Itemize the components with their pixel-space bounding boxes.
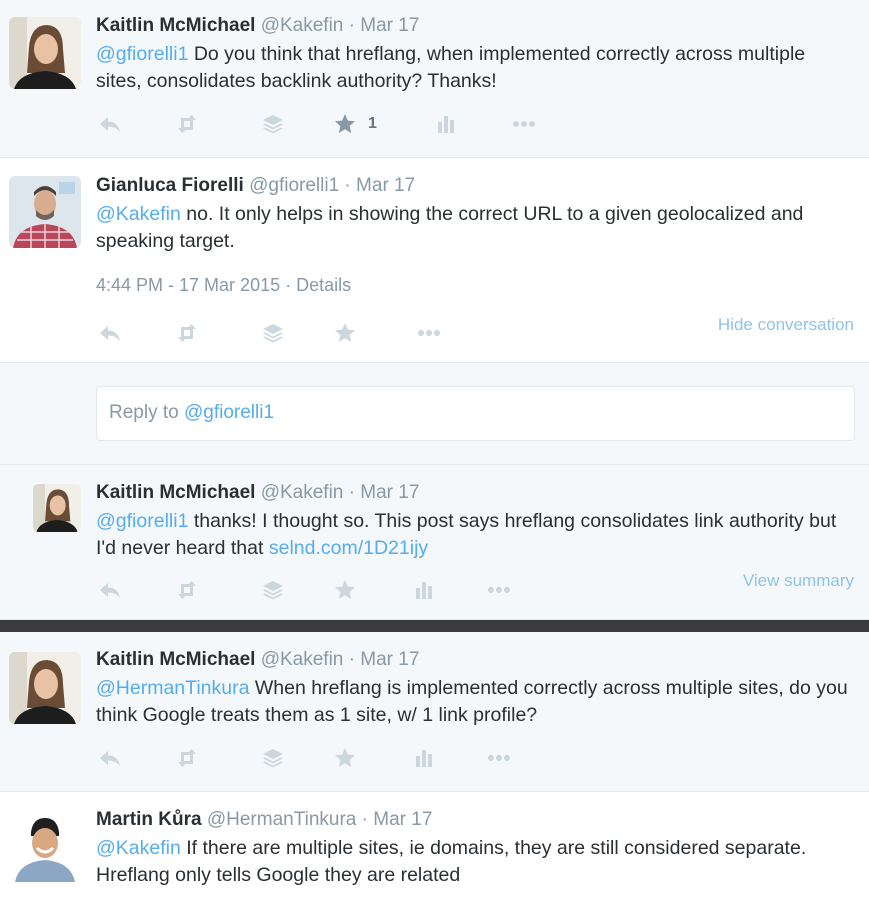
tweet-content: Gianluca Fiorelli @gfiorelli1 · Mar 17 @… — [96, 174, 855, 255]
separator-dot: · — [343, 482, 361, 503]
tweet-header: Kaitlin McMichael @Kakefin · Mar 17 — [96, 648, 855, 672]
layers-icon[interactable] — [261, 321, 285, 345]
retweet-icon[interactable] — [175, 746, 199, 770]
separator-dot: · — [343, 15, 361, 36]
fullname[interactable]: Kaitlin McMichael — [96, 15, 255, 36]
username[interactable]: @Kakefin — [261, 649, 344, 670]
username[interactable]: @Kakefin — [261, 482, 344, 503]
tweet-body: If there are multiple sites, ie domains,… — [96, 837, 807, 886]
more-dots-icon[interactable] — [509, 112, 539, 136]
avatar[interactable] — [9, 176, 81, 248]
tweet-content: Kaitlin McMichael @Kakefin · Mar 17 @gfi… — [96, 14, 855, 95]
avatar[interactable] — [9, 652, 81, 724]
tweet-meta: 4:44 PM - 17 Mar 2015 · Details — [96, 275, 351, 296]
tweet-text: @gfiorelli1 Do you think that hreflang, … — [96, 41, 855, 95]
more-dots-icon[interactable] — [484, 746, 514, 770]
layers-icon[interactable] — [261, 746, 285, 770]
retweet-icon[interactable] — [175, 112, 199, 136]
tweet-body: thanks! I thought so. This post says hre… — [96, 510, 837, 559]
tweet-text: @HermanTinkura When hreflang is implemen… — [96, 675, 855, 729]
reply-icon[interactable] — [98, 746, 122, 770]
tweet[interactable]: Gianluca Fiorelli @gfiorelli1 · Mar 17 @… — [0, 158, 869, 363]
layers-icon[interactable] — [261, 112, 285, 136]
tweet-body: Do you think that hreflang, when impleme… — [96, 43, 806, 92]
retweet-icon[interactable] — [175, 578, 199, 602]
star-icon[interactable] — [333, 112, 357, 136]
tweet-time[interactable]: Mar 17 — [360, 649, 419, 670]
tweet-header: Gianluca Fiorelli @gfiorelli1 · Mar 17 — [96, 174, 855, 198]
bar-chart-icon[interactable] — [434, 112, 458, 136]
reply-area: Reply to @gfiorelli1 — [0, 363, 869, 465]
layers-icon[interactable] — [261, 578, 285, 602]
separator-dot: · — [339, 175, 357, 196]
fullname[interactable]: Kaitlin McMichael — [96, 649, 255, 670]
tweet-header: Kaitlin McMichael @Kakefin · Mar 17 — [96, 14, 855, 38]
tweet-text: @Kakefin If there are multiple sites, ie… — [96, 835, 855, 889]
tweet-body: no. It only helps in showing the correct… — [96, 203, 804, 252]
star-icon[interactable] — [333, 321, 357, 345]
username[interactable]: @gfiorelli1 — [249, 175, 339, 196]
username[interactable]: @HermanTinkura — [207, 809, 357, 830]
tweet-header: Kaitlin McMichael @Kakefin · Mar 17 — [96, 481, 855, 505]
avatar[interactable] — [9, 810, 81, 882]
mention-link[interactable]: @HermanTinkura — [96, 677, 249, 699]
tweet-header: Martin Kůra @HermanTinkura · Mar 17 — [96, 808, 855, 832]
mention-link[interactable]: @Kakefin — [96, 837, 181, 859]
details-link[interactable]: Details — [296, 275, 351, 295]
tweet-content: Martin Kůra @HermanTinkura · Mar 17 @Kak… — [96, 808, 855, 889]
reply-input[interactable]: Reply to @gfiorelli1 — [96, 386, 855, 441]
tweet-time[interactable]: Mar 17 — [356, 175, 415, 196]
tweet-timestamp[interactable]: 4:44 PM - 17 Mar 2015 — [96, 275, 280, 295]
mention-link[interactable]: @Kakefin — [96, 203, 181, 225]
reply-icon[interactable] — [98, 578, 122, 602]
separator-dot: · — [280, 275, 297, 295]
tweet-time[interactable]: Mar 17 — [360, 482, 419, 503]
tweet-text: @Kakefin no. It only helps in showing th… — [96, 201, 855, 255]
reply-mention: @gfiorelli1 — [183, 402, 275, 423]
view-summary-link[interactable]: View summary — [743, 571, 854, 591]
tweet[interactable]: Kaitlin McMichael @Kakefin · Mar 17 @Her… — [0, 632, 869, 792]
fullname[interactable]: Kaitlin McMichael — [96, 482, 255, 503]
star-icon[interactable] — [333, 746, 357, 770]
hide-conversation-link[interactable]: Hide conversation — [718, 315, 854, 335]
mention-link[interactable]: @gfiorelli1 — [96, 43, 188, 65]
more-dots-icon[interactable] — [414, 321, 444, 345]
reply-prefix: Reply to — [109, 402, 184, 423]
avatar[interactable] — [9, 17, 81, 89]
tweet-text: @gfiorelli1 thanks! I thought so. This p… — [96, 508, 855, 562]
tweet-content: Kaitlin McMichael @Kakefin · Mar 17 @gfi… — [96, 481, 855, 562]
tweet[interactable]: Martin Kůra @HermanTinkura · Mar 17 @Kak… — [0, 792, 869, 898]
tweet-time[interactable]: Mar 17 — [373, 809, 432, 830]
separator-dot: · — [356, 809, 374, 830]
avatar[interactable] — [33, 484, 81, 532]
tweet-content: Kaitlin McMichael @Kakefin · Mar 17 @Her… — [96, 648, 855, 729]
bar-chart-icon[interactable] — [412, 746, 436, 770]
favorite-count: 1 — [368, 115, 377, 132]
conversation-separator — [0, 620, 869, 632]
username[interactable]: @Kakefin — [261, 15, 344, 36]
fullname[interactable]: Martin Kůra — [96, 809, 202, 830]
tweet-time[interactable]: Mar 17 — [360, 15, 419, 36]
tweet[interactable]: Kaitlin McMichael @Kakefin · Mar 17 @gfi… — [0, 0, 869, 158]
reply-icon[interactable] — [98, 321, 122, 345]
reply-icon[interactable] — [98, 112, 122, 136]
mention-link[interactable]: @gfiorelli1 — [96, 510, 188, 532]
tweet[interactable]: Kaitlin McMichael @Kakefin · Mar 17 @gfi… — [0, 465, 869, 620]
fullname[interactable]: Gianluca Fiorelli — [96, 175, 244, 196]
star-icon[interactable] — [333, 578, 357, 602]
url-link[interactable]: selnd.com/1D21ijy — [269, 537, 428, 559]
separator-dot: · — [343, 649, 361, 670]
retweet-icon[interactable] — [175, 321, 199, 345]
bar-chart-icon[interactable] — [412, 578, 436, 602]
more-dots-icon[interactable] — [484, 578, 514, 602]
